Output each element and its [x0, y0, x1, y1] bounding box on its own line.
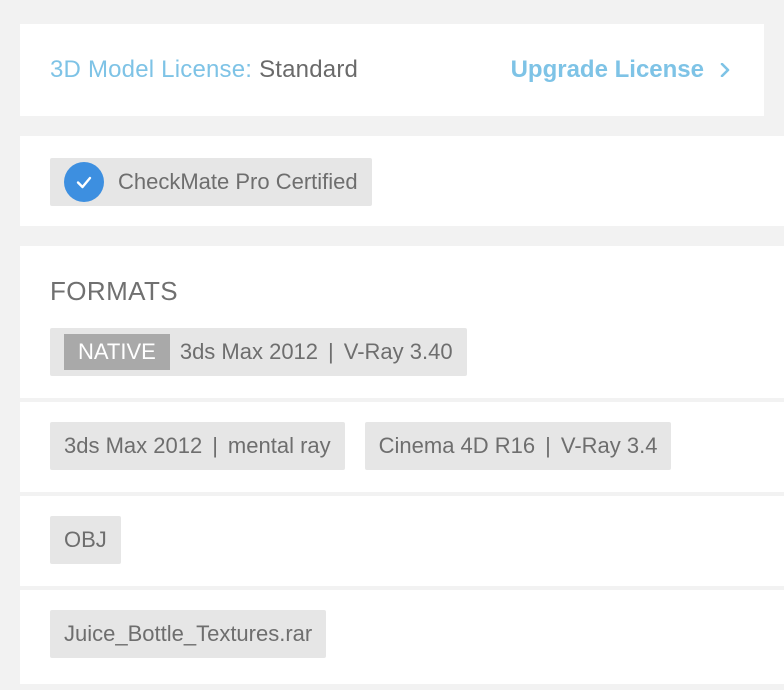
textures-row: Juice_Bottle_Textures.rar	[50, 610, 327, 658]
format-separator: |	[545, 433, 551, 458]
format-separator: |	[212, 433, 218, 458]
license-card: 3D Model License: Standard Upgrade Licen…	[20, 24, 764, 116]
formats-card: FORMATS NATIVE 3ds Max 2012 | V-Ray 3.40 3…	[20, 246, 784, 684]
native-app: 3ds Max 2012	[179, 339, 319, 364]
checkmark-circle	[64, 162, 104, 202]
certified-label: CheckMate Pro Certified	[118, 169, 358, 194]
format-tag-3dsmax-mentalray[interactable]: 3ds Max 2012 | mental ray	[50, 422, 345, 470]
formats-title: FORMATS	[50, 276, 178, 306]
native-format-text: 3ds Max 2012 | V-Ray 3.40	[180, 339, 453, 365]
license-label: 3D Model License:	[50, 56, 253, 83]
upgrade-license-label: Upgrade License	[510, 56, 704, 83]
textures-file-tag[interactable]: Juice_Bottle_Textures.rar	[50, 610, 327, 658]
license-info: 3D Model License: Standard	[50, 56, 358, 84]
checkmark-icon	[76, 176, 92, 189]
format-tag-cinema4d-vray[interactable]: Cinema 4D R16 | V-Ray 3.4	[364, 422, 672, 470]
formats-divider	[20, 586, 784, 590]
other-formats-row: 3ds Max 2012 | mental ray Cinema 4D R16 | V-…	[50, 422, 672, 470]
checkmate-certified-badge[interactable]: CheckMate Pro Certified	[50, 158, 372, 206]
obj-format-row: OBJ	[50, 516, 121, 564]
format-renderer: V-Ray 3.4	[560, 433, 658, 458]
format-app: 3ds Max 2012	[64, 433, 203, 458]
formats-divider	[20, 492, 784, 496]
certification-card: CheckMate Pro Certified	[20, 136, 784, 226]
native-renderer: V-Ray 3.40	[343, 339, 453, 364]
format-app: Cinema 4D R16	[378, 433, 536, 458]
native-separator: |	[328, 339, 334, 364]
native-badge: NATIVE	[64, 334, 170, 370]
license-value: Standard	[259, 56, 359, 83]
upgrade-license-link[interactable]: Upgrade License	[511, 56, 734, 84]
native-format-tag[interactable]: NATIVE 3ds Max 2012 | V-Ray 3.40	[50, 328, 467, 376]
format-tag-obj[interactable]: OBJ	[50, 516, 121, 564]
chevron-right-icon	[720, 63, 730, 77]
format-renderer: mental ray	[227, 433, 331, 458]
formats-divider	[20, 398, 784, 402]
